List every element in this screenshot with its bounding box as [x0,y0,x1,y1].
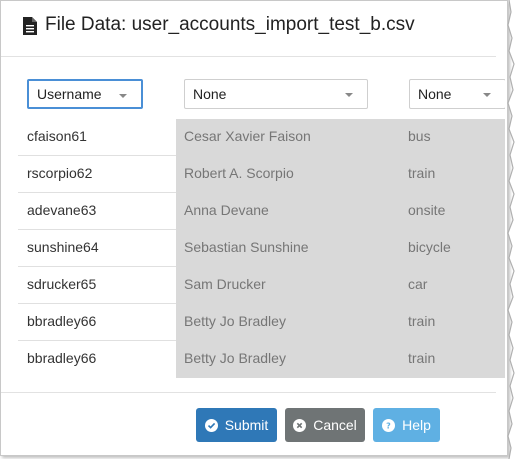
x-circle-icon [293,418,307,432]
transport-cell: bus [408,128,431,144]
column-2-mapping-value: None [193,86,227,102]
file-icon [23,17,37,35]
transport-cell: train [408,350,436,366]
username-cell: rscorpio62 [27,165,93,181]
dialog-header: File Data: user_accounts_import_test_b.c… [1,1,496,57]
table-row: adevane63 Anna Devane onsite [18,193,505,230]
check-circle-icon [204,418,218,432]
transport-cell: train [408,313,436,329]
column-1-mapping-select[interactable]: Username [27,79,143,109]
table-row: bbradley66 Betty Jo Bradley train [18,341,505,378]
username-cell: sdrucker65 [27,276,97,292]
name-cell: Sebastian Sunshine [184,239,309,255]
username-cell: sunshine64 [27,239,99,255]
table-row: bbradley66 Betty Jo Bradley train [18,304,505,341]
chevron-down-icon [119,94,127,98]
help-label: Help [402,417,431,433]
transport-cell: onsite [408,202,446,218]
torn-edge [507,0,521,459]
file-data-dialog: File Data: user_accounts_import_test_b.c… [0,0,508,456]
transport-cell: train [408,165,436,181]
table-row: sunshine64 Sebastian Sunshine bicycle [18,230,505,267]
transport-cell: car [408,276,428,292]
table-row: sdrucker65 Sam Drucker car [18,267,505,304]
column-3-mapping-select[interactable]: None [409,79,505,109]
name-cell: Anna Devane [184,202,269,218]
table-row: cfaison61 Cesar Xavier Faison bus [18,119,505,156]
name-cell: Betty Jo Bradley [184,313,286,329]
table-row: rscorpio62 Robert A. Scorpio train [18,156,505,193]
name-cell: Betty Jo Bradley [184,350,286,366]
column-1-mapping-value: Username [37,86,102,102]
cancel-button[interactable]: Cancel [285,408,365,442]
footer-divider [1,392,496,393]
column-3-mapping-value: None [418,86,452,102]
column-2-mapping-select[interactable]: None [184,79,368,109]
submit-button[interactable]: Submit [196,408,277,442]
question-circle-icon: ? [382,418,396,432]
name-cell: Sam Drucker [184,276,266,292]
chevron-down-icon [483,93,491,97]
svg-text:?: ? [386,421,391,429]
data-grid: Username None None cfaison61 Cesar Xavie… [18,71,505,378]
chevron-down-icon [345,93,353,97]
name-cell: Cesar Xavier Faison [184,128,311,144]
username-cell: bbradley66 [27,313,97,329]
cancel-label: Cancel [313,417,357,433]
username-cell: bbradley66 [27,350,97,366]
submit-label: Submit [224,417,269,433]
dialog-title: File Data: user_accounts_import_test_b.c… [45,14,415,35]
username-cell: cfaison61 [27,128,87,144]
help-button[interactable]: ? Help [373,408,440,442]
transport-cell: bicycle [408,239,451,255]
username-cell: adevane63 [27,202,97,218]
name-cell: Robert A. Scorpio [184,165,294,181]
